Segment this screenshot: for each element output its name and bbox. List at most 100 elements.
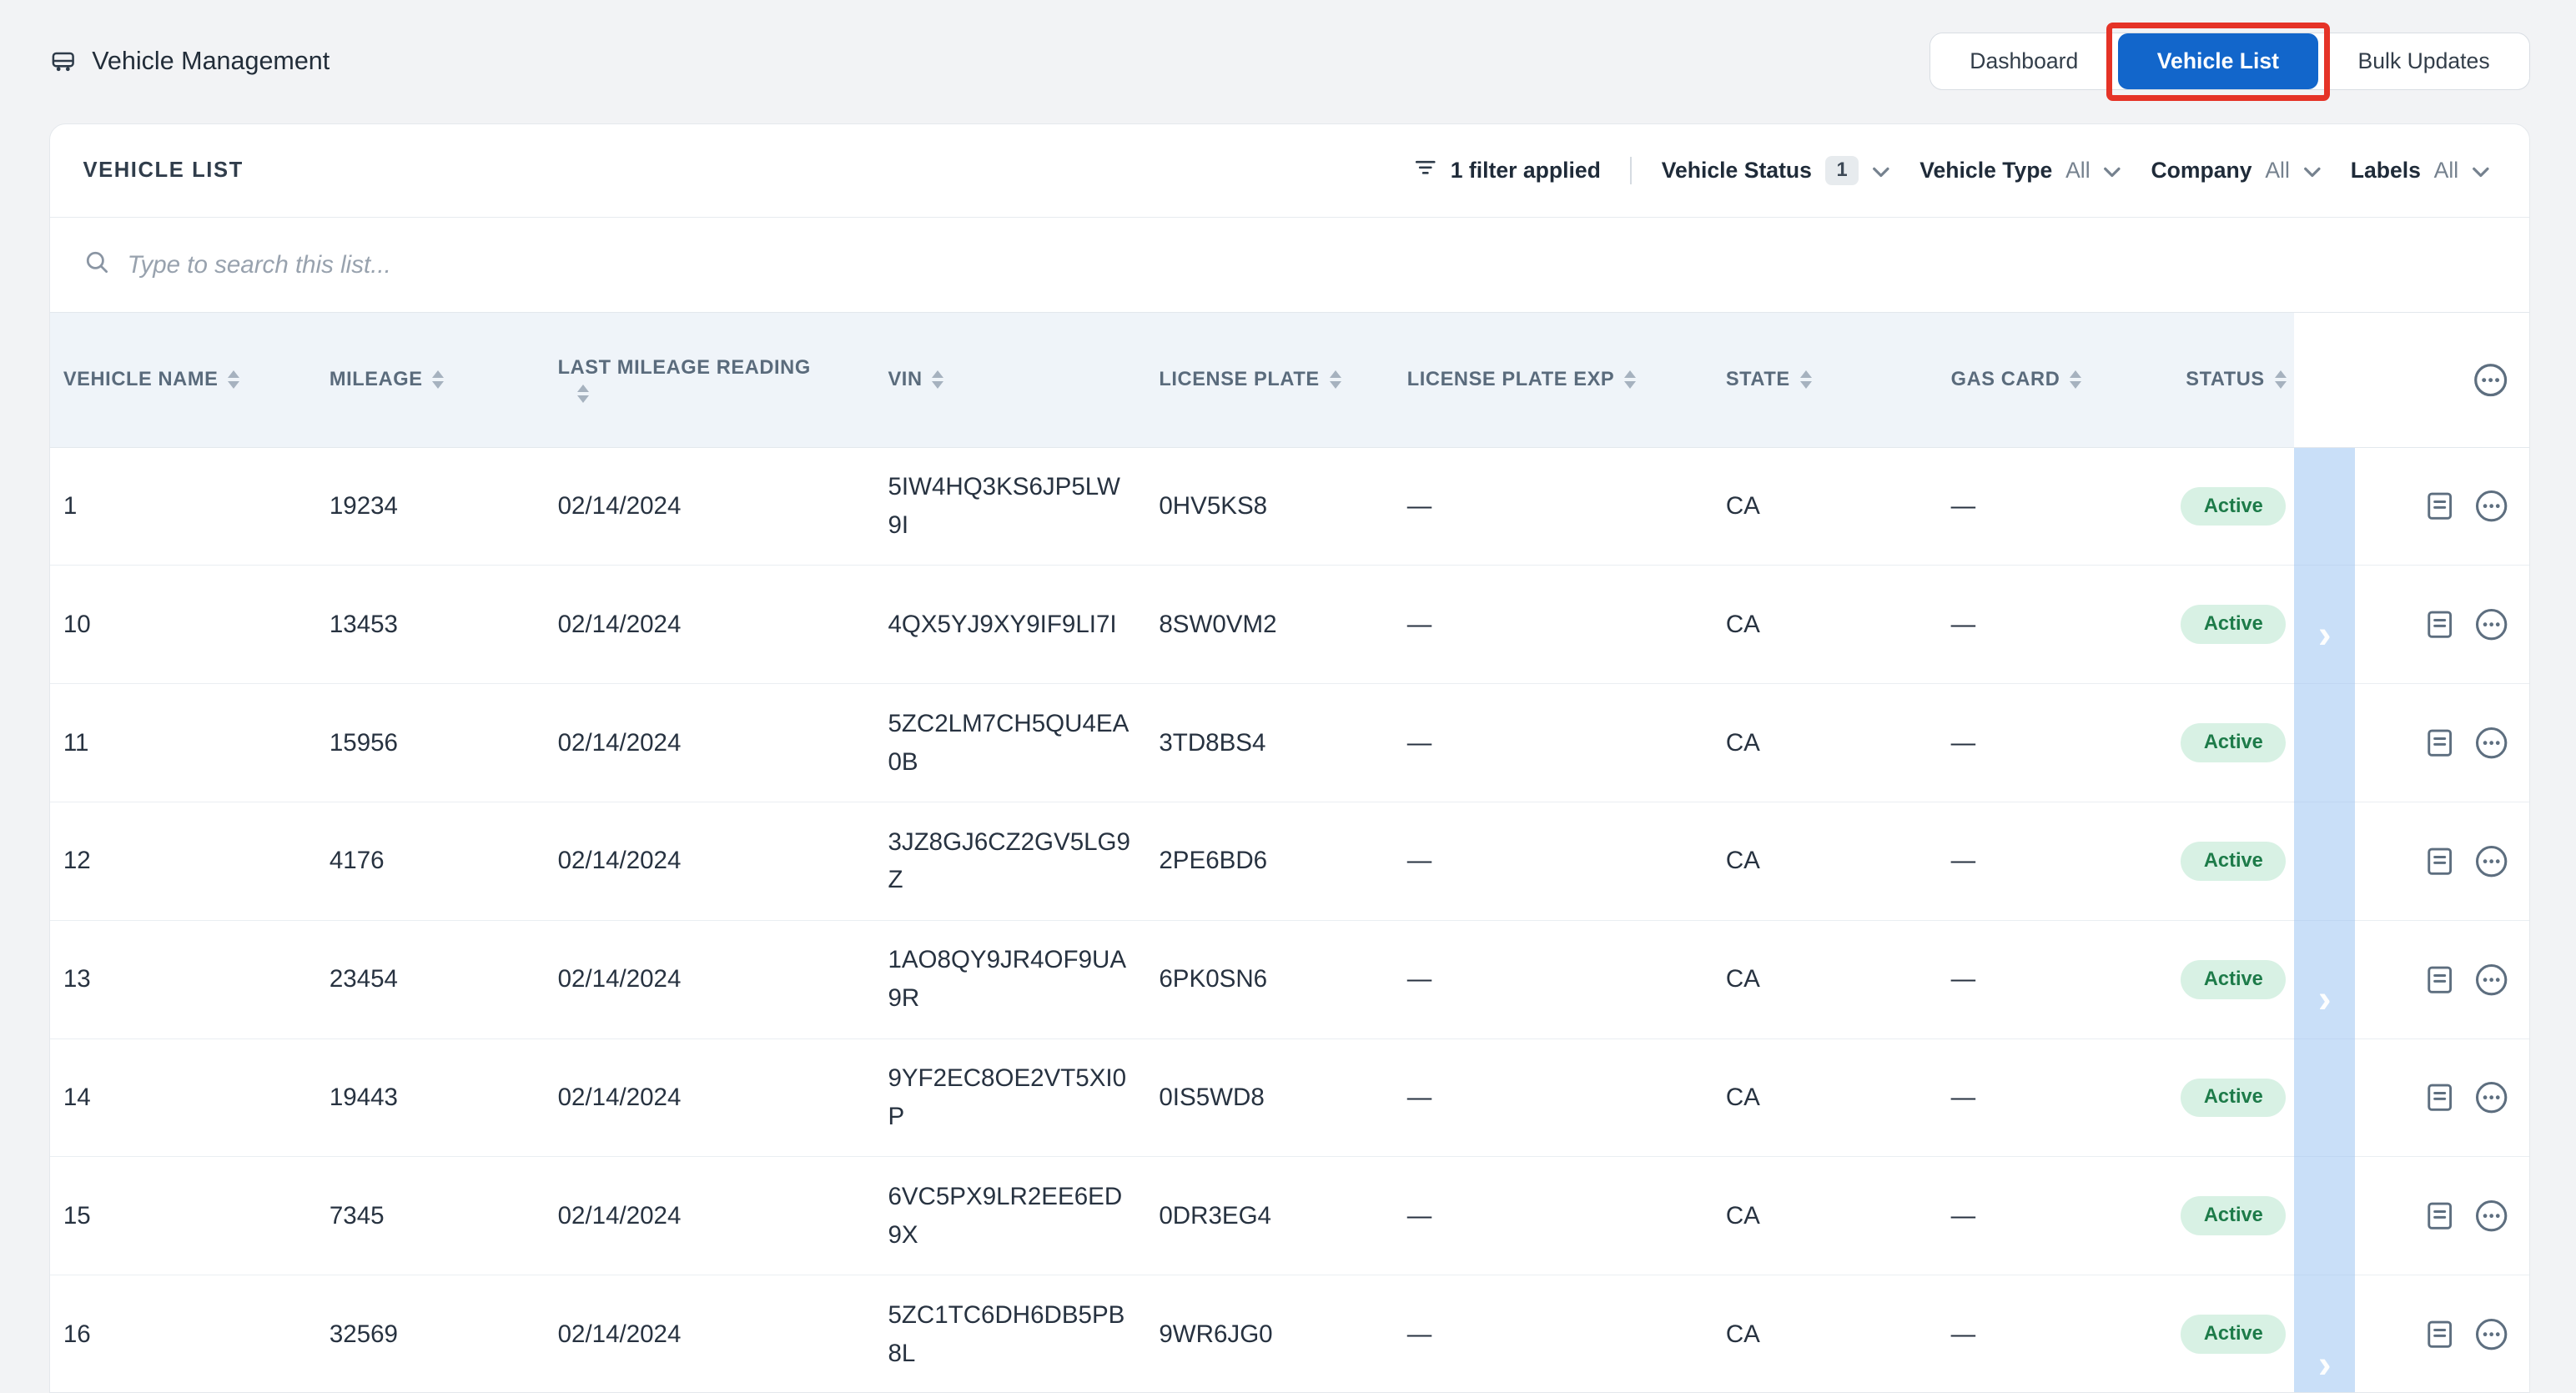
cell-license-plate: 6PK0SN6 [1159,965,1268,993]
cell-vehicle-name: 12 [63,847,91,875]
more-options-icon[interactable] [2473,725,2509,761]
filter-icon [1412,154,1439,187]
table-row[interactable]: 16 32569 02/14/2024 5ZC1TC6DH6DB5PB8L 9W… [50,1275,2529,1393]
cell-gas-card: — [1950,1083,1976,1111]
col-state[interactable]: STATE [1713,313,1938,447]
table-row[interactable]: 1 19234 02/14/2024 5IW4HQ3KS6JP5LW9I 0HV… [50,447,2529,566]
col-vin[interactable]: VIN [874,313,1146,447]
cell-actions [2355,921,2529,1038]
sort-arrows-icon [2274,370,2287,389]
cell-last-mileage-reading: 02/14/2024 [557,1201,682,1230]
col-status[interactable]: STATUS [2172,313,2295,447]
cell-license-plate-exp: — [1406,1320,1432,1348]
col-label: LAST MILEAGE READING [557,356,811,379]
table-row[interactable]: 12 4176 02/14/2024 3JZ8GJ6CZ2GV5LG9Z 2PE… [50,802,2529,921]
filter-labels[interactable]: Labels All [2351,155,2490,186]
tab-bulk-updates[interactable]: Bulk Updates [2318,33,2529,90]
table-row[interactable]: 14 19443 02/14/2024 9YF2EC8OE2VT5XI0P 0I… [50,1038,2529,1158]
col-label: STATE [1725,368,1790,390]
filter-value-badge: 1 [1824,155,1859,185]
scroll-strip[interactable]: › › › [2294,447,2356,1393]
col-license-plate-exp[interactable]: LICENSE PLATE EXP [1394,313,1713,447]
more-options-icon[interactable] [2473,843,2509,879]
cell-actions [2355,1275,2529,1392]
cell-vin: 5ZC1TC6DH6DB5PB8L [888,1300,1125,1367]
col-label: MILEAGE [329,368,423,390]
filter-company[interactable]: Company All [2151,155,2321,186]
filter-label: Company [2151,157,2252,183]
topbar: Vehicle Management Dashboard Vehicle Lis… [0,0,2576,123]
cell-actions [2355,684,2529,802]
filter-vehicle-status[interactable]: Vehicle Status 1 [1662,155,1890,186]
filter-label: Vehicle Status [1661,157,1812,183]
cell-state: CA [1725,610,1760,638]
document-icon[interactable] [2423,1199,2457,1233]
col-last-mileage-reading[interactable]: LAST MILEAGE READING [544,313,875,447]
cell-last-mileage-reading: 02/14/2024 [557,1320,682,1348]
cell-gas-card: — [1950,965,1976,993]
cell-status: Active [2172,1275,2294,1392]
cell-state: CA [1725,847,1760,875]
cell-state: CA [1725,492,1760,520]
col-label: STATUS [2186,368,2265,390]
status-badge: Active [2181,1078,2287,1118]
search-input[interactable] [127,250,2497,279]
cell-license-plate: 3TD8BS4 [1159,728,1266,757]
more-options-icon[interactable] [2473,1316,2509,1352]
document-icon[interactable] [2423,607,2457,641]
status-badge: Active [2181,1315,2287,1354]
sort-arrows-icon [1799,370,1812,389]
col-label: VIN [888,368,923,390]
table-row[interactable]: 13 23454 02/14/2024 1AO8QY9JR4OF9UA9R 6P… [50,920,2529,1039]
chevron-right-icon: › [2317,1341,2332,1386]
cell-last-mileage-reading: 02/14/2024 [557,492,682,520]
document-icon[interactable] [2423,963,2457,997]
more-options-icon[interactable] [2473,1198,2509,1234]
more-options-icon[interactable] [2473,488,2509,524]
more-options-icon[interactable] [2473,606,2509,642]
sort-arrows-icon [432,370,445,389]
document-icon[interactable] [2423,1080,2457,1114]
table-row[interactable]: 15 7345 02/14/2024 6VC5PX9LR2EE6ED9X 0DR… [50,1157,2529,1276]
col-mileage[interactable]: MILEAGE [316,313,545,447]
col-license-plate[interactable]: LICENSE PLATE [1145,313,1394,447]
cell-gas-card: — [1950,1201,1976,1230]
cell-license-plate: 9WR6JG0 [1159,1320,1273,1348]
filter-vehicle-type[interactable]: Vehicle Type All [1919,155,2121,186]
cell-vehicle-name: 13 [63,965,91,993]
table-body: 1 19234 02/14/2024 5IW4HQ3KS6JP5LW9I 0HV… [50,447,2529,1393]
cell-last-mileage-reading: 02/14/2024 [557,610,682,638]
document-icon[interactable] [2423,726,2457,760]
col-vehicle-name[interactable]: VEHICLE NAME [50,313,317,447]
cell-last-mileage-reading: 02/14/2024 [557,728,682,757]
table-row[interactable]: 11 15956 02/14/2024 5ZC2LM7CH5QU4EA0B 3T… [50,684,2529,802]
cell-vin: 4QX5YJ9XY9IF9LI7I [888,610,1117,638]
document-icon[interactable] [2423,844,2457,878]
cell-state: CA [1725,728,1760,757]
cell-status: Active [2172,448,2294,566]
table-row[interactable]: 10 13453 02/14/2024 4QX5YJ9XY9IF9LI7I 8S… [50,566,2529,685]
sort-arrows-icon [932,370,944,389]
col-gas-card[interactable]: GAS CARD [1937,313,2173,447]
tab-vehicle-list[interactable]: Vehicle List [2117,33,2319,90]
document-icon[interactable] [2423,489,2457,523]
cell-actions [2355,1039,2529,1157]
table-options-button[interactable] [2472,361,2509,399]
cell-status: Active [2172,802,2294,920]
cell-vin: 9YF2EC8OE2VT5XI0P [888,1064,1127,1130]
status-badge: Active [2181,959,2287,999]
sort-arrows-icon [1624,370,1637,389]
filter-applied-chip[interactable]: 1 filter applied [1412,154,1601,187]
tab-dashboard[interactable]: Dashboard [1930,33,2118,90]
cell-last-mileage-reading: 02/14/2024 [557,847,682,875]
vehicle-list-card: VEHICLE LIST 1 filter applied Vehicle St… [49,123,2530,1393]
cell-vehicle-name: 16 [63,1320,91,1348]
cell-gas-card: — [1950,847,1976,875]
more-options-icon[interactable] [2473,1079,2509,1115]
chevron-down-icon [2103,155,2121,186]
cell-status: Active [2172,921,2294,1038]
document-icon[interactable] [2423,1317,2457,1351]
cell-last-mileage-reading: 02/14/2024 [557,965,682,993]
cell-license-plate-exp: — [1406,847,1432,875]
more-options-icon[interactable] [2473,962,2509,998]
